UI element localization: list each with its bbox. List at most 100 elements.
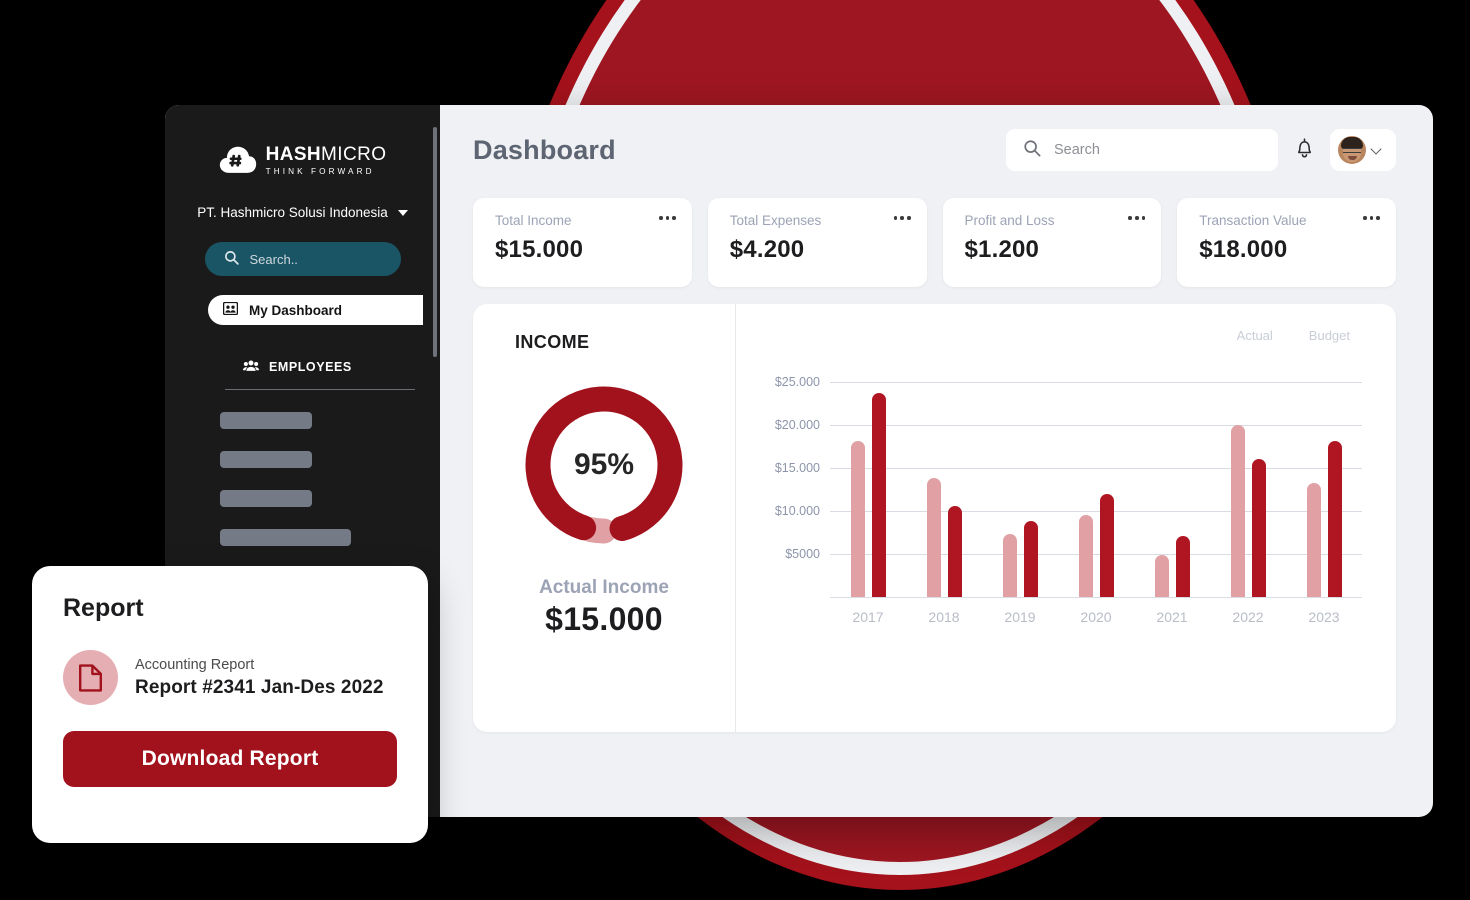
more-options-icon[interactable] bbox=[893, 216, 911, 220]
notifications-button[interactable] bbox=[1292, 136, 1316, 164]
x-axis-tick: 2021 bbox=[1156, 609, 1188, 625]
sidebar-item-label: My Dashboard bbox=[249, 302, 343, 318]
chart-bar-actual-2022[interactable] bbox=[1230, 425, 1245, 597]
chart-bar-group bbox=[1286, 441, 1362, 597]
chart-plot bbox=[830, 365, 1362, 598]
kpi-value: $4.200 bbox=[729, 236, 805, 263]
report-card: Report Accounting Report Report #2341 Ja… bbox=[32, 566, 428, 843]
kpi-value: $1.200 bbox=[964, 236, 1040, 263]
x-axis-tick: 2020 bbox=[1080, 609, 1112, 625]
more-options-icon[interactable] bbox=[658, 216, 676, 220]
chart-bar-actual-2017[interactable] bbox=[850, 440, 865, 597]
income-bar-chart: Actual Budget $25.000 $20.000 $15.000 $10.0… bbox=[736, 304, 1396, 732]
chart-bar-group bbox=[982, 521, 1058, 597]
sidebar-section-label: EMPLOYEES bbox=[269, 360, 352, 375]
dashboard-icon bbox=[222, 301, 239, 318]
company-selector[interactable]: PT. Hashmicro Solusi Indonesia bbox=[165, 205, 440, 220]
chart-bar-budget-2022[interactable] bbox=[1251, 458, 1266, 597]
x-axis-labels: 2017 2018 2019 2020 2021 2022 2023 bbox=[830, 609, 1362, 625]
more-options-icon[interactable] bbox=[1363, 216, 1380, 220]
document-icon bbox=[63, 650, 118, 705]
x-axis-tick: 2017 bbox=[852, 609, 884, 625]
chart-bar-budget-2017[interactable] bbox=[871, 392, 886, 597]
people-icon bbox=[243, 359, 259, 375]
user-menu-button[interactable] bbox=[1330, 129, 1396, 171]
legend-item-actual[interactable]: Actual bbox=[1237, 328, 1273, 343]
y-axis-labels: $25.000 $20.000 $15.000 $10.000 $5000 bbox=[758, 365, 820, 597]
sidebar-item-my-dashboard[interactable]: My Dashboard bbox=[208, 295, 423, 326]
bell-icon bbox=[1295, 137, 1314, 164]
page-title: Dashboard bbox=[473, 134, 616, 165]
download-report-button[interactable]: Download Report bbox=[63, 731, 397, 787]
income-summary: INCOME 95% Actual Income $15.000 bbox=[473, 304, 736, 732]
kpi-value: $18.000 bbox=[1199, 236, 1288, 263]
chart-bar-budget-2020[interactable] bbox=[1099, 493, 1114, 597]
search-icon bbox=[224, 250, 239, 268]
brand-logo[interactable]: HASHMICRO THINK FORWARD bbox=[165, 145, 440, 176]
report-card-text: Accounting Report Report #2341 Jan-Des 2… bbox=[135, 657, 384, 699]
donut-center-label: 95% bbox=[574, 448, 634, 481]
sidebar-skeleton-item bbox=[220, 412, 312, 430]
chart-bar-budget-2018[interactable] bbox=[947, 505, 962, 597]
sidebar-search-placeholder: Search.. bbox=[249, 251, 298, 267]
chart-legend: Actual Budget bbox=[758, 328, 1362, 343]
header-search-input[interactable]: Search bbox=[1006, 129, 1278, 171]
kpi-card-total-expenses[interactable]: Total Expenses $4.200 bbox=[707, 198, 927, 287]
x-axis-tick: 2023 bbox=[1308, 609, 1340, 625]
chevron-down-icon bbox=[1370, 142, 1382, 155]
kpi-label: Transaction Value bbox=[1199, 213, 1307, 228]
header-bar: Dashboard Search bbox=[473, 129, 1396, 171]
sidebar-skeleton-item bbox=[220, 490, 312, 508]
chart-bar-actual-2018[interactable] bbox=[926, 477, 941, 597]
chart-bar-budget-2021[interactable] bbox=[1175, 536, 1190, 597]
chart-bar-budget-2023[interactable] bbox=[1327, 441, 1342, 597]
company-name: PT. Hashmicro Solusi Indonesia bbox=[197, 205, 388, 221]
chart-bar-group bbox=[1210, 425, 1286, 597]
sidebar-section-employees[interactable]: EMPLOYEES bbox=[243, 359, 440, 375]
income-donut-chart: 95% bbox=[473, 379, 735, 551]
avatar bbox=[1338, 136, 1366, 164]
chart-bar-actual-2021[interactable] bbox=[1154, 554, 1169, 597]
chart-bar-group bbox=[830, 392, 906, 597]
chevron-down-icon bbox=[397, 209, 408, 216]
screenshot-stage: HASHMICRO THINK FORWARD PT. Hashmicro So… bbox=[0, 0, 1470, 900]
kpi-card-row: Total Income $15.000 Total Expenses $4.2… bbox=[473, 198, 1396, 287]
kpi-card-transaction-value[interactable]: Transaction Value $18.000 bbox=[1177, 198, 1396, 287]
kpi-card-profit-and-loss[interactable]: Profit and Loss $1.200 bbox=[942, 198, 1162, 287]
x-axis-tick: 2019 bbox=[1004, 609, 1036, 625]
chart-bar-actual-2023[interactable] bbox=[1306, 482, 1321, 597]
sidebar-skeleton-item bbox=[220, 451, 312, 469]
legend-item-budget[interactable]: Budget bbox=[1309, 328, 1350, 343]
chart-bar-groups bbox=[830, 365, 1362, 597]
report-card-row: Accounting Report Report #2341 Jan-Des 2… bbox=[63, 650, 397, 705]
x-axis-tick: 2022 bbox=[1232, 609, 1264, 625]
report-subtitle: Accounting Report bbox=[135, 656, 255, 673]
y-axis-tick: $15.000 bbox=[774, 461, 820, 476]
y-axis-tick: $10.000 bbox=[774, 504, 820, 519]
y-axis-tick: $25.000 bbox=[774, 375, 820, 390]
brand-tagline: THINK FORWARD bbox=[265, 167, 375, 176]
y-axis-tick: $20.000 bbox=[774, 418, 820, 433]
sidebar-search-input[interactable]: Search.. bbox=[204, 242, 401, 277]
chart-plot-area: $25.000 $20.000 $15.000 $10.000 $5000 2017 20… bbox=[758, 365, 1362, 665]
header-search-placeholder: Search bbox=[1054, 142, 1100, 158]
chart-bar-group bbox=[1134, 536, 1210, 597]
chart-bar-actual-2020[interactable] bbox=[1078, 515, 1093, 597]
sidebar-skeleton-item bbox=[220, 529, 351, 547]
actual-income-label: Actual Income bbox=[539, 577, 669, 598]
x-axis-tick: 2018 bbox=[928, 609, 960, 625]
more-options-icon[interactable] bbox=[1128, 216, 1146, 220]
income-title: INCOME bbox=[515, 332, 590, 352]
sidebar-scrollbar[interactable] bbox=[433, 127, 437, 357]
income-panel: INCOME 95% Actual Income $15.000 Actual bbox=[473, 304, 1396, 732]
actual-income-value: $15.000 bbox=[545, 601, 663, 637]
kpi-card-total-income[interactable]: Total Income $15.000 bbox=[473, 198, 692, 287]
hashmicro-cloud-logo-icon bbox=[219, 146, 257, 176]
main-content: Dashboard Search Total Income $15.000 To… bbox=[440, 105, 1433, 817]
chart-bar-group bbox=[1058, 493, 1134, 597]
sidebar-divider bbox=[225, 389, 415, 391]
chart-bar-budget-2019[interactable] bbox=[1023, 521, 1038, 597]
brand-name: HASHMICRO bbox=[265, 144, 387, 165]
search-icon bbox=[1023, 139, 1041, 161]
chart-bar-actual-2019[interactable] bbox=[1002, 534, 1017, 597]
